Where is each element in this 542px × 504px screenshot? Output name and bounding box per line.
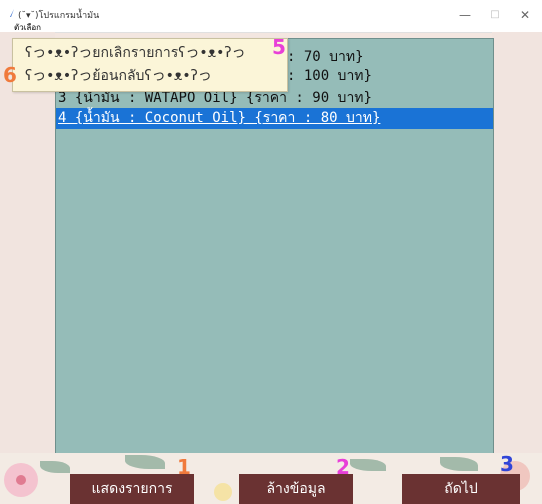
close-button[interactable]: ✕	[512, 6, 538, 24]
leaf-decoration	[350, 459, 386, 471]
context-menu-item-back[interactable]: ʕっ•ᴥ•ʔっย้อนกลับʕっ•ᴥ•ʔっ	[25, 65, 212, 87]
maximize-button[interactable]: □	[482, 6, 508, 24]
right-background-panel	[492, 32, 542, 504]
leaf-decoration	[440, 457, 478, 471]
minimize-button[interactable]: —	[452, 6, 478, 24]
show-list-button[interactable]: แสดงรายการ	[70, 474, 194, 504]
app-feather-icon	[10, 9, 14, 17]
annotation-marker-1: 1	[177, 455, 191, 479]
annotation-marker-6: 6	[3, 63, 17, 87]
annotation-marker-3: 3	[500, 452, 514, 476]
annotation-marker-5: 5	[272, 35, 286, 59]
flower-center-decoration	[16, 475, 26, 485]
flower-decoration	[214, 483, 232, 501]
list-item-selected[interactable]: 4 {น้ำมัน : Coconut Oil} {ราคา : 80 บาท}	[56, 108, 493, 129]
next-button[interactable]: ถัดไป	[402, 474, 520, 504]
leaf-decoration	[40, 461, 70, 473]
annotation-marker-2: 2	[336, 455, 350, 479]
context-menu-item-cancel[interactable]: ʕっ•ᴥ•ʔっยกเลิกรายการʕっ•ᴥ•ʔっ	[25, 42, 246, 64]
leaf-decoration	[125, 455, 165, 469]
window-title: (˘▾˘)โปรแกรมน้ำมัน	[18, 11, 100, 21]
left-background-panel	[0, 32, 55, 504]
context-menu: ʕっ•ᴥ•ʔっยกเลิกรายการʕっ•ᴥ•ʔっ ʕっ•ᴥ•ʔっย้อนกล…	[12, 38, 288, 92]
title-bar: (˘▾˘)โปรแกรมน้ำมัน ตัวเลือก — □ ✕	[0, 0, 542, 33]
oil-listbox[interactable]: 1 {น้ำมัน : Olive Oil} {ราคา : 70 บาท} 2…	[55, 38, 494, 455]
